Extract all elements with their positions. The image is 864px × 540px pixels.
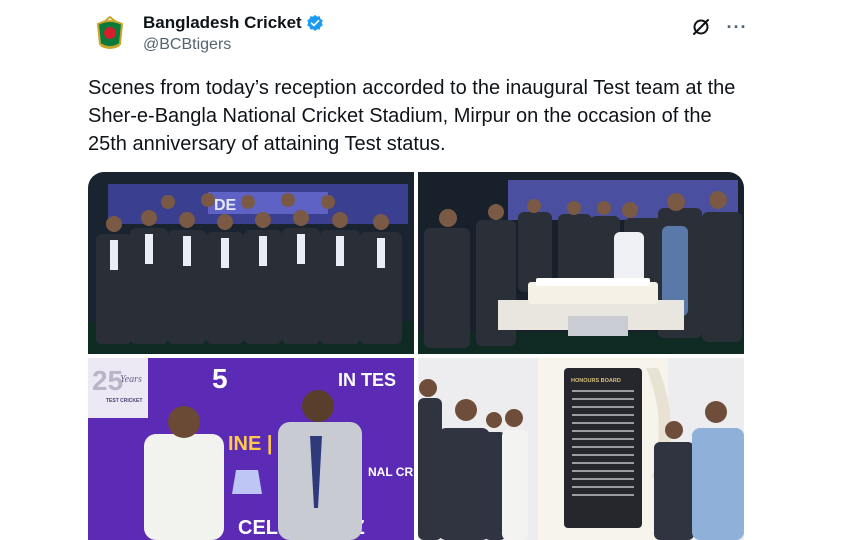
- display-name-row[interactable]: Bangladesh Cricket: [143, 12, 324, 34]
- media-photo-1[interactable]: DE: [88, 172, 414, 354]
- author-names: Bangladesh Cricket @BCBtigers: [143, 12, 324, 56]
- logo-test-cricket-text: TEST CRICKET: [106, 398, 142, 404]
- more-icon: ···: [726, 17, 748, 37]
- handle[interactable]: @BCBtigers: [143, 34, 324, 56]
- banner-in-test-text: IN TES: [338, 370, 396, 390]
- grok-button[interactable]: [690, 16, 712, 38]
- media-photo-4[interactable]: HONOURS BOARD: [418, 358, 744, 540]
- plaque-title-text: HONOURS BOARD: [571, 378, 621, 384]
- banner-national-text: NAL CR: [368, 465, 413, 479]
- bcb-logo-icon: [96, 15, 124, 49]
- display-name[interactable]: Bangladesh Cricket: [143, 12, 302, 34]
- award-photo: 25 Years TEST CRICKET 5 IN TES INE | TE …: [88, 358, 414, 540]
- svg-text:5: 5: [212, 363, 228, 394]
- avatar[interactable]: [88, 12, 132, 56]
- tweet-text: Scenes from today’s reception accorded t…: [88, 77, 736, 155]
- verified-badge-icon: [306, 14, 323, 32]
- more-options-button[interactable]: ···: [726, 16, 748, 38]
- cake-cutting-photo: [418, 172, 744, 354]
- media-photo-2[interactable]: [418, 172, 744, 354]
- tweet-top-actions: ···: [690, 16, 748, 38]
- plaque-unveiling-photo: HONOURS BOARD: [418, 358, 744, 540]
- team-photo: DE: [88, 172, 414, 354]
- logo-years-text: Years: [120, 374, 142, 385]
- grok-icon: [693, 19, 709, 35]
- banner-text: DE: [214, 197, 237, 214]
- media-photo-3[interactable]: 25 Years TEST CRICKET 5 IN TES INE | TE …: [88, 358, 414, 540]
- tweet-header: Bangladesh Cricket @BCBtigers ···: [88, 10, 748, 70]
- media-grid: DE 25 Years TEST CRICKET 5 IN TES INE | …: [88, 172, 744, 540]
- logo-25-text: 25: [92, 365, 123, 396]
